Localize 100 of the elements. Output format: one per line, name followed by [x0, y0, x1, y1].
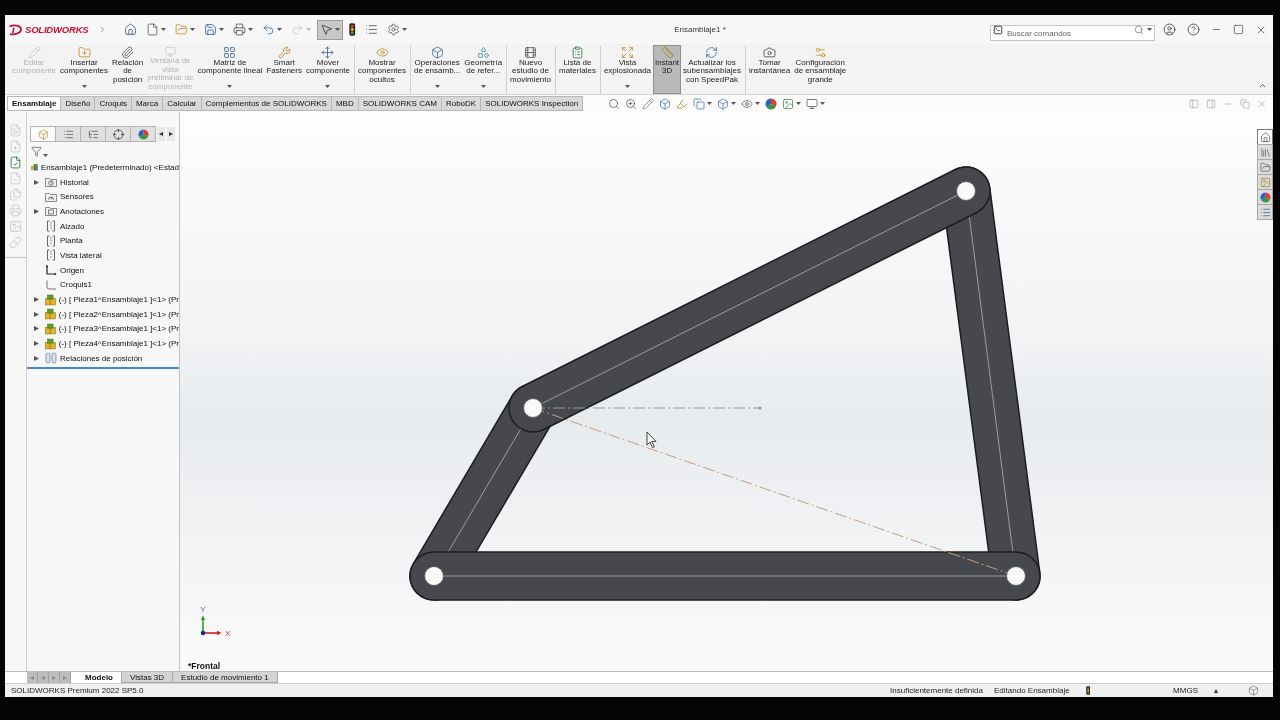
restore-icon[interactable] — [1240, 98, 1250, 109]
panel-tab[interactable] — [80, 126, 106, 142]
tree-item[interactable]: Planta — [60, 236, 83, 246]
magnifier-icon[interactable] — [608, 97, 621, 110]
tab[interactable]: SOLIDWORKS CAM — [357, 96, 442, 111]
cube-icon — [37, 128, 49, 140]
tree-item[interactable]: (-) [ Pieza1^Ensamblaje1 ]<1> (Pr — [58, 295, 179, 305]
help-icon[interactable] — [1187, 23, 1200, 36]
task-pane-tab[interactable] — [1257, 174, 1273, 190]
tab[interactable]: Diseño — [60, 96, 96, 111]
ribbon-button[interactable]: Smart Fasteners — [264, 45, 304, 94]
search-field[interactable]: Buscar comandos — [990, 25, 1155, 41]
triangle-right-icon[interactable] — [33, 341, 39, 347]
grid-icon — [223, 46, 237, 59]
task-pane-tab[interactable] — [1257, 144, 1273, 160]
ribbon-button[interactable]: Actualizar los subensamblajes con SpeedPak — [681, 45, 743, 94]
view-toolbar-button[interactable] — [693, 97, 713, 110]
search-icon[interactable] — [1134, 24, 1144, 35]
task-pane-tab[interactable] — [1257, 189, 1273, 205]
triangle-right-icon — [52, 675, 56, 680]
view-toolbar-button[interactable] — [806, 97, 826, 110]
expand-icon — [620, 46, 634, 59]
cube-icon[interactable] — [659, 97, 672, 110]
ribbon-button[interactable]: Configuración de ensamblaje grande — [792, 45, 849, 94]
view-toolbar-button[interactable] — [782, 97, 802, 110]
triangle-right-icon[interactable] — [33, 311, 39, 317]
scroll-right-button[interactable] — [167, 127, 175, 141]
tree-item[interactable]: Ensamblaje1 (Predeterminado) <Estad — [40, 162, 179, 172]
user-icon[interactable] — [1163, 23, 1176, 36]
tab-scroll-button[interactable] — [60, 672, 71, 683]
caret-icon — [43, 154, 48, 157]
task-pane-tab[interactable] — [1257, 159, 1273, 175]
tree-item[interactable]: Croquis1 — [60, 280, 92, 290]
ribbon-button[interactable]: Mover componente — [303, 45, 352, 94]
tab-scroll-button[interactable] — [38, 672, 49, 683]
tab[interactable]: MBD — [330, 96, 359, 111]
scroll-left-button[interactable] — [157, 127, 165, 141]
ribbon-button[interactable]: Operaciones de ensamb... — [410, 45, 463, 94]
task-pane-tab[interactable] — [1257, 129, 1273, 145]
units-selector[interactable]: MMGS — [1173, 686, 1198, 695]
tab[interactable]: Complementos de SOLIDWORKS — [200, 96, 332, 111]
filter-button[interactable] — [31, 146, 48, 157]
document-check-icon[interactable] — [9, 156, 22, 169]
blocks-icon — [45, 293, 56, 306]
ribbon-button[interactable]: Lista de materiales — [555, 45, 598, 94]
triangle-right-icon[interactable] — [33, 355, 39, 361]
tab[interactable]: SOLIDWORKS Inspection — [480, 96, 584, 111]
tree-item[interactable]: (-) [ Pieza3^Ensamblaje1 ]<1> (Pr — [58, 324, 179, 334]
tab-scroll-button[interactable] — [27, 672, 38, 683]
view-toolbar-button[interactable] — [717, 97, 737, 110]
ruler-icon — [660, 46, 674, 59]
tree-item[interactable]: (-) [ Pieza2^Ensamblaje1 ]<1> (Pr — [58, 309, 179, 319]
ribbon-button[interactable]: Insertar componentes — [58, 45, 111, 94]
highlighter-icon[interactable] — [676, 97, 689, 110]
cube-icon[interactable] — [1248, 685, 1259, 696]
maximize-icon[interactable] — [1233, 24, 1244, 35]
ribbon-button[interactable]: Tomar instantánea — [744, 45, 793, 94]
panel-tab[interactable] — [130, 126, 156, 142]
panel-tab[interactable] — [30, 126, 56, 142]
tab-scroll-button[interactable] — [49, 672, 60, 683]
panel-tab[interactable] — [55, 126, 81, 142]
tree-item[interactable]: Anotaciones — [60, 206, 105, 216]
ribbon-button[interactable]: Matriz de componente lineal — [195, 45, 265, 94]
corner-line-icon — [45, 278, 57, 291]
triangle-right-icon[interactable] — [33, 326, 39, 332]
ribbon-button[interactable]: Mostrar componentes ocultos — [354, 45, 409, 94]
zoom-in-icon[interactable] — [625, 97, 638, 110]
triangle-up-icon[interactable] — [1214, 688, 1218, 693]
tree-item[interactable]: Historial — [60, 177, 89, 187]
tab[interactable]: Calcular — [162, 96, 202, 111]
color-wheel-icon[interactable] — [765, 97, 778, 110]
status-text: Editando Ensamblaje — [994, 686, 1070, 695]
triangle-right-icon[interactable] — [33, 179, 39, 185]
ribbon-button[interactable]: Relación de posición — [110, 45, 146, 94]
panel-left-icon[interactable] — [1189, 98, 1199, 109]
view-toolbar-button[interactable] — [741, 97, 761, 110]
triangle-right-icon[interactable] — [33, 297, 39, 303]
pivot-hole — [424, 566, 444, 586]
ribbon-button[interactable]: Geometría de refer... — [462, 45, 505, 94]
toolbar-button[interactable] — [317, 19, 344, 40]
pencil-icon[interactable] — [642, 97, 655, 110]
tab[interactable]: Ensamblaje — [7, 96, 62, 111]
axis-triad-icon — [200, 615, 222, 636]
ribbon-button[interactable]: Instant 3D — [653, 45, 682, 94]
chevron-up-icon[interactable] — [1258, 81, 1267, 90]
folder-icon — [1259, 161, 1271, 173]
tab[interactable]: Croquis — [94, 96, 132, 111]
tree-item[interactable]: Sensores — [60, 192, 94, 202]
tree-item[interactable]: Origen — [60, 265, 84, 275]
panel-right-icon[interactable] — [1206, 98, 1216, 109]
tree-item[interactable]: Alzado — [60, 221, 85, 231]
crosshair-icon — [112, 128, 124, 140]
ribbon-button[interactable]: Nuevo estudio de movimiento — [506, 45, 553, 94]
task-pane-tab[interactable] — [1257, 204, 1273, 220]
tree-item[interactable]: Vista lateral — [60, 250, 102, 260]
tree-item[interactable]: (-) [ Pieza4^Ensamblaje1 ]<1> (Pr — [58, 339, 179, 349]
caret-icon — [1147, 28, 1152, 31]
tree-item[interactable]: Relaciones de posición — [60, 353, 143, 363]
triangle-right-icon[interactable] — [33, 208, 39, 214]
panel-tab[interactable] — [105, 126, 131, 142]
